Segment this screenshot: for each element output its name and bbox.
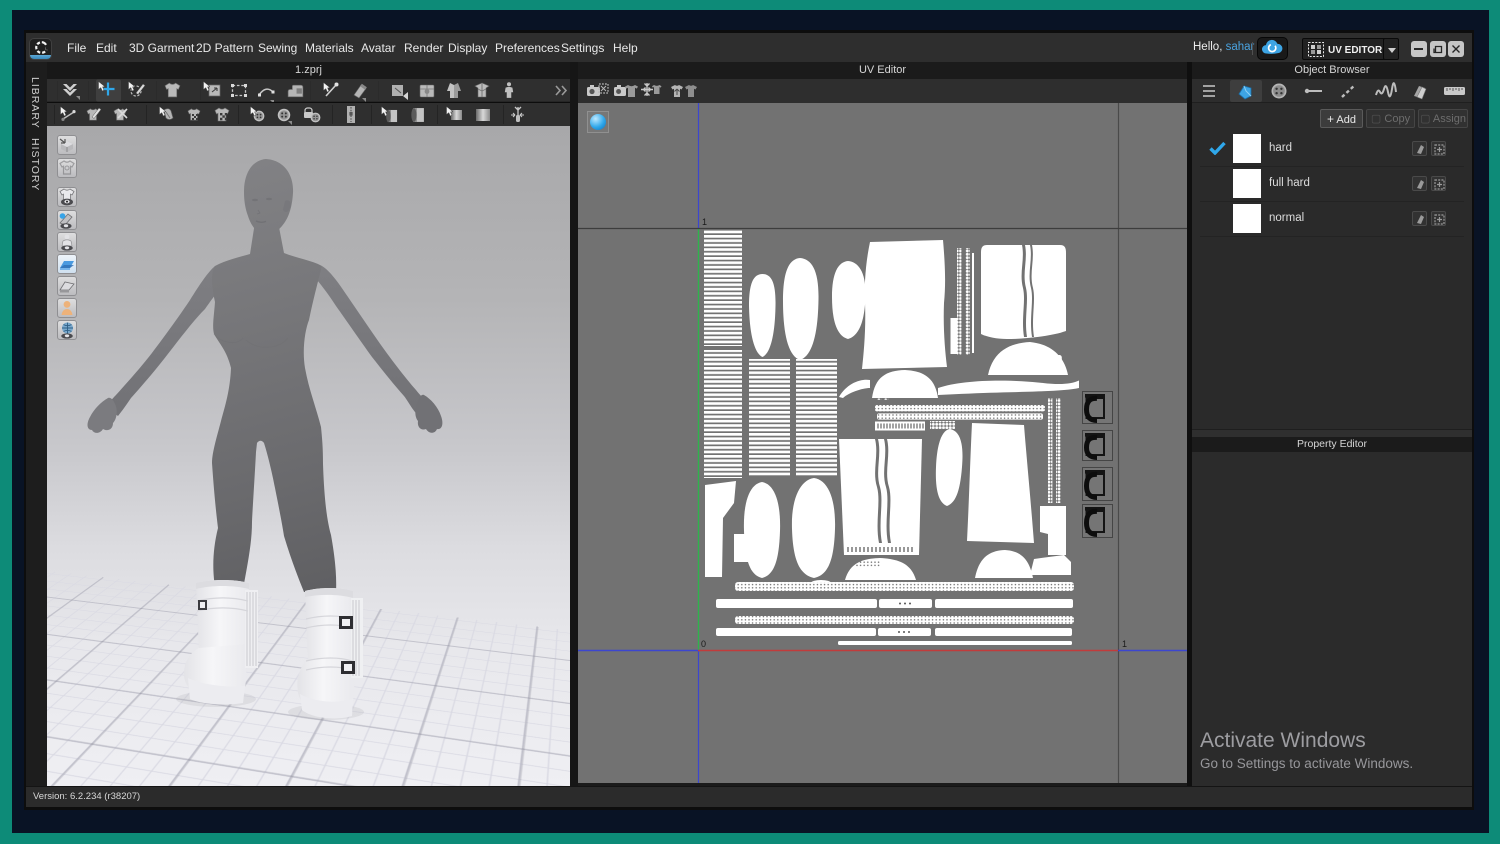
svg-text:1: 1 <box>702 217 707 227</box>
svg-text:1: 1 <box>1122 639 1127 649</box>
svg-text:0: 0 <box>701 639 706 649</box>
